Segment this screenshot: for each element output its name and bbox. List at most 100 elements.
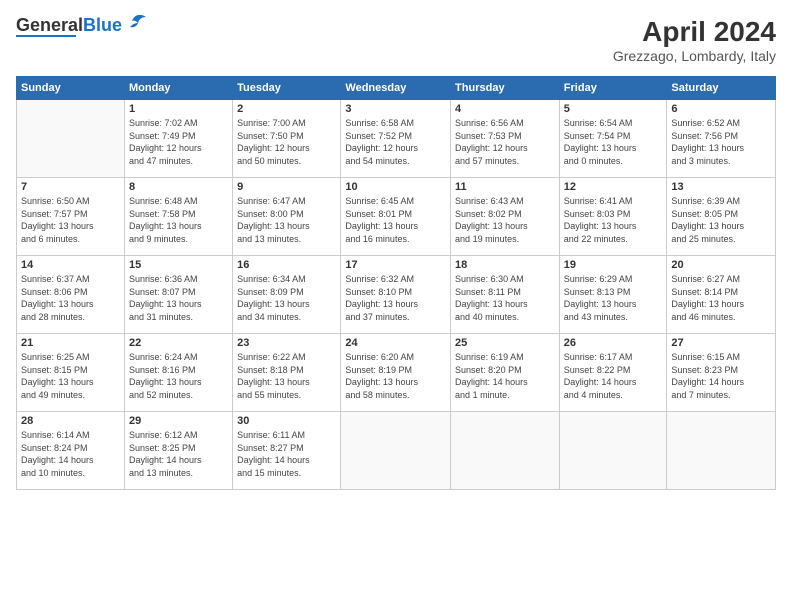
calendar-week-1: 1 Sunrise: 7:02 AMSunset: 7:49 PMDaylight… (17, 100, 776, 178)
calendar-cell: 12Sunrise: 6:41 AMSunset: 8:03 PMDayligh… (559, 178, 667, 256)
day-number: 17 (345, 259, 446, 271)
col-saturday: Saturday (667, 77, 776, 100)
calendar-cell: 14 Sunrise: 6:37 AMSunset: 8:06 PMDayligh… (17, 256, 125, 334)
day-info: Sunrise: 6:48 AMSunset: 7:58 PMDaylight:… (129, 195, 228, 245)
calendar-cell: 17Sunrise: 6:32 AMSunset: 8:10 PMDayligh… (341, 256, 451, 334)
calendar-week-3: 14 Sunrise: 6:37 AMSunset: 8:06 PMDayligh… (17, 256, 776, 334)
calendar-cell: 28Sunrise: 6:14 AMSunset: 8:24 PMDayligh… (17, 412, 125, 490)
col-monday: Monday (124, 77, 232, 100)
day-info: Sunrise: 6:20 AMSunset: 8:19 PMDaylight:… (345, 351, 446, 401)
day-number: 18 (455, 259, 555, 271)
day-info: Sunrise: 6:27 AMSunset: 8:14 PMDaylight:… (671, 273, 771, 323)
col-thursday: Thursday (451, 77, 560, 100)
page-container: GeneralBlue April 2024 Grezzago, Lombard… (0, 0, 792, 498)
calendar-cell: 20 Sunrise: 6:27 AMSunset: 8:14 PMDayligh… (667, 256, 776, 334)
calendar-cell: 22 Sunrise: 6:24 AMSunset: 8:16 PMDayligh… (124, 334, 232, 412)
day-info: Sunrise: 6:34 AMSunset: 8:09 PMDaylight:… (237, 273, 336, 323)
calendar-cell: 5 Sunrise: 6:54 AMSunset: 7:54 PMDaylight… (559, 100, 667, 178)
day-info: Sunrise: 6:12 AMSunset: 8:25 PMDaylight:… (129, 429, 228, 479)
calendar-cell: 4 Sunrise: 6:56 AMSunset: 7:53 PMDaylight… (451, 100, 560, 178)
day-info: Sunrise: 6:30 AMSunset: 8:11 PMDaylight:… (455, 273, 555, 323)
day-number: 10 (345, 181, 446, 193)
calendar-cell: 6 Sunrise: 6:52 AMSunset: 7:56 PMDaylight… (667, 100, 776, 178)
day-number: 21 (21, 337, 120, 349)
day-number: 6 (671, 103, 771, 115)
calendar-cell (451, 412, 560, 490)
calendar-cell: 10 Sunrise: 6:45 AMSunset: 8:01 PMDayligh… (341, 178, 451, 256)
day-info: Sunrise: 6:47 AMSunset: 8:00 PMDaylight:… (237, 195, 336, 245)
day-info: Sunrise: 6:37 AMSunset: 8:06 PMDaylight:… (21, 273, 120, 323)
header: GeneralBlue April 2024 Grezzago, Lombard… (16, 16, 776, 64)
day-number: 14 (21, 259, 120, 271)
day-info: Sunrise: 6:36 AMSunset: 8:07 PMDaylight:… (129, 273, 228, 323)
day-info: Sunrise: 6:45 AMSunset: 8:01 PMDaylight:… (345, 195, 446, 245)
day-info: Sunrise: 7:00 AMSunset: 7:50 PMDaylight:… (237, 117, 336, 167)
day-number: 3 (345, 103, 446, 115)
day-number: 13 (671, 181, 771, 193)
calendar-cell: 26 Sunrise: 6:17 AMSunset: 8:22 PMDayligh… (559, 334, 667, 412)
day-number: 24 (345, 337, 446, 349)
calendar-cell: 29 Sunrise: 6:12 AMSunset: 8:25 PMDayligh… (124, 412, 232, 490)
day-number: 4 (455, 103, 555, 115)
day-info: Sunrise: 6:43 AMSunset: 8:02 PMDaylight:… (455, 195, 555, 245)
calendar-cell: 8Sunrise: 6:48 AMSunset: 7:58 PMDaylight… (124, 178, 232, 256)
col-sunday: Sunday (17, 77, 125, 100)
day-info: Sunrise: 6:39 AMSunset: 8:05 PMDaylight:… (671, 195, 771, 245)
header-row: Sunday Monday Tuesday Wednesday Thursday… (17, 77, 776, 100)
day-number: 30 (237, 415, 336, 427)
day-info: Sunrise: 6:19 AMSunset: 8:20 PMDaylight:… (455, 351, 555, 401)
day-info: Sunrise: 6:56 AMSunset: 7:53 PMDaylight:… (455, 117, 555, 167)
calendar-cell (341, 412, 451, 490)
calendar-cell: 23 Sunrise: 6:22 AMSunset: 8:18 PMDayligh… (233, 334, 341, 412)
location: Grezzago, Lombardy, Italy (613, 48, 776, 64)
day-number: 19 (564, 259, 663, 271)
calendar-cell (667, 412, 776, 490)
calendar-cell (17, 100, 125, 178)
day-number: 20 (671, 259, 771, 271)
calendar-cell: 13 Sunrise: 6:39 AMSunset: 8:05 PMDayligh… (667, 178, 776, 256)
logo-bird-icon (124, 13, 146, 29)
day-info: Sunrise: 6:22 AMSunset: 8:18 PMDaylight:… (237, 351, 336, 401)
calendar-week-5: 28Sunrise: 6:14 AMSunset: 8:24 PMDayligh… (17, 412, 776, 490)
day-info: Sunrise: 6:17 AMSunset: 8:22 PMDaylight:… (564, 351, 663, 401)
month-year: April 2024 (613, 16, 776, 48)
day-number: 23 (237, 337, 336, 349)
day-number: 29 (129, 415, 228, 427)
day-number: 26 (564, 337, 663, 349)
day-info: Sunrise: 6:11 AMSunset: 8:27 PMDaylight:… (237, 429, 336, 479)
day-info: Sunrise: 6:15 AMSunset: 8:23 PMDaylight:… (671, 351, 771, 401)
calendar-cell: 21Sunrise: 6:25 AMSunset: 8:15 PMDayligh… (17, 334, 125, 412)
calendar-cell: 16 Sunrise: 6:34 AMSunset: 8:09 PMDayligh… (233, 256, 341, 334)
day-number: 15 (129, 259, 228, 271)
calendar-cell: 30 Sunrise: 6:11 AMSunset: 8:27 PMDayligh… (233, 412, 341, 490)
calendar-week-4: 21Sunrise: 6:25 AMSunset: 8:15 PMDayligh… (17, 334, 776, 412)
day-info: Sunrise: 6:54 AMSunset: 7:54 PMDaylight:… (564, 117, 663, 167)
day-number: 12 (564, 181, 663, 193)
day-info: Sunrise: 7:02 AMSunset: 7:49 PMDaylight:… (129, 117, 228, 167)
calendar-cell: 3Sunrise: 6:58 AMSunset: 7:52 PMDaylight… (341, 100, 451, 178)
day-number: 9 (237, 181, 336, 193)
calendar-cell: 19 Sunrise: 6:29 AMSunset: 8:13 PMDayligh… (559, 256, 667, 334)
calendar-cell: 1 Sunrise: 7:02 AMSunset: 7:49 PMDaylight… (124, 100, 232, 178)
calendar-cell: 9 Sunrise: 6:47 AMSunset: 8:00 PMDaylight… (233, 178, 341, 256)
calendar-cell: 15 Sunrise: 6:36 AMSunset: 8:07 PMDayligh… (124, 256, 232, 334)
day-number: 22 (129, 337, 228, 349)
calendar-cell (559, 412, 667, 490)
day-info: Sunrise: 6:52 AMSunset: 7:56 PMDaylight:… (671, 117, 771, 167)
day-number: 7 (21, 181, 120, 193)
day-number: 25 (455, 337, 555, 349)
day-number: 28 (21, 415, 120, 427)
calendar-table: Sunday Monday Tuesday Wednesday Thursday… (16, 76, 776, 490)
col-tuesday: Tuesday (233, 77, 341, 100)
calendar-cell: 25 Sunrise: 6:19 AMSunset: 8:20 PMDayligh… (451, 334, 560, 412)
day-number: 1 (129, 103, 228, 115)
calendar-cell: 24 Sunrise: 6:20 AMSunset: 8:19 PMDayligh… (341, 334, 451, 412)
col-wednesday: Wednesday (341, 77, 451, 100)
calendar-week-2: 7Sunrise: 6:50 AMSunset: 7:57 PMDaylight… (17, 178, 776, 256)
day-number: 5 (564, 103, 663, 115)
day-number: 27 (671, 337, 771, 349)
day-info: Sunrise: 6:24 AMSunset: 8:16 PMDaylight:… (129, 351, 228, 401)
day-info: Sunrise: 6:29 AMSunset: 8:13 PMDaylight:… (564, 273, 663, 323)
calendar-cell: 27 Sunrise: 6:15 AMSunset: 8:23 PMDayligh… (667, 334, 776, 412)
day-number: 16 (237, 259, 336, 271)
